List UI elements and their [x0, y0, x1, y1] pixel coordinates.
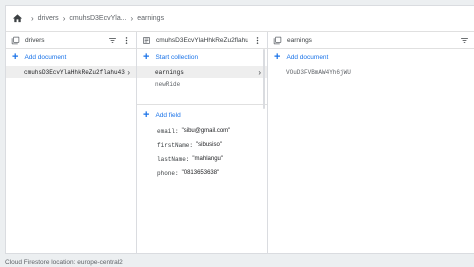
subcollection-name: earnings: [155, 68, 184, 76]
filter-icon[interactable]: [459, 35, 469, 45]
breadcrumb-item-drivers[interactable]: drivers: [38, 15, 59, 22]
chevron-right-icon: ›: [130, 14, 134, 23]
panel-header: earnings: [268, 32, 474, 49]
document-id: VOuD3FVBmAW4Yh6jWU: [286, 68, 351, 76]
plus-icon: +: [143, 109, 150, 121]
subcollection-name: newRide: [155, 80, 181, 88]
add-document-button[interactable]: + Add document: [6, 49, 136, 66]
plus-icon: +: [12, 51, 19, 63]
document-panel: cmuhsD3EcvYlaHhkReZu2flahu43 + Start col…: [137, 32, 268, 253]
field-value: "sibusiso": [196, 142, 222, 148]
field-row[interactable]: phone: "0813653638": [137, 166, 267, 180]
scrollbar[interactable]: [263, 49, 265, 109]
panels: drivers + Add document cmuhsD3EcvYlaHhkR…: [6, 32, 474, 253]
plus-icon: +: [274, 51, 281, 63]
breadcrumb-item-earnings[interactable]: earnings: [137, 15, 164, 22]
plus-icon: +: [143, 51, 150, 63]
field-row[interactable]: email: "sibu@gmail.com": [137, 124, 267, 138]
firestore-location-text: Cloud Firestore location: europe-central…: [5, 259, 123, 266]
subcollection-row[interactable]: newRide: [137, 78, 267, 90]
start-collection-label: Start collection: [155, 54, 199, 61]
collection-icon: [11, 36, 20, 45]
field-key: phone:: [157, 169, 179, 177]
filter-icon[interactable]: [107, 35, 117, 45]
home-icon[interactable]: [11, 13, 23, 25]
field-key: lastName:: [157, 155, 190, 163]
field-value: "mahlangu": [192, 156, 224, 162]
breadcrumb: › drivers › cmuhsD3EcvYla... › earnings: [6, 6, 474, 32]
collection-panel-earnings: earnings + Add document VOuD3FVBmAW4Yh6j…: [268, 32, 474, 253]
chevron-right-icon: ›: [31, 14, 34, 23]
chevron-right-icon: ›: [258, 67, 261, 77]
field-row[interactable]: firstName: "sibusiso": [137, 138, 267, 152]
field-key: firstName:: [157, 141, 194, 149]
chevron-right-icon: ›: [127, 67, 130, 77]
panel-title: earnings: [287, 36, 312, 44]
firestore-data-viewer: › drivers › cmuhsD3EcvYla... › earnings …: [5, 5, 474, 254]
more-vert-icon[interactable]: [252, 35, 262, 45]
collection-panel-drivers: drivers + Add document cmuhsD3EcvYlaHhkR…: [6, 32, 137, 253]
field-key: email:: [157, 127, 179, 135]
panel-header: cmuhsD3EcvYlaHhkReZu2flahu43: [137, 32, 267, 49]
add-document-label: Add document: [286, 54, 329, 61]
add-field-button[interactable]: + Add field: [137, 107, 267, 124]
document-row[interactable]: cmuhsD3EcvYlaHhkReZu2flahu43 ›: [6, 66, 136, 78]
chevron-right-icon: ›: [62, 14, 66, 23]
panel-title: cmuhsD3EcvYlaHhkReZu2flahu43: [156, 36, 248, 44]
document-id: cmuhsD3EcvYlaHhkReZu2flahu43: [24, 68, 125, 76]
field-value: "0813653638": [181, 170, 220, 176]
panel-header: drivers: [6, 32, 136, 49]
divider: [137, 104, 267, 105]
field-value: "sibu@gmail.com": [181, 128, 231, 134]
collection-icon: [273, 36, 282, 45]
subcollection-row[interactable]: earnings ›: [137, 66, 267, 78]
start-collection-button[interactable]: + Start collection: [137, 49, 267, 66]
add-document-label: Add document: [24, 54, 67, 61]
add-field-label: Add field: [155, 112, 181, 119]
document-icon: [142, 36, 151, 45]
breadcrumb-item-document[interactable]: cmuhsD3EcvYla...: [69, 15, 126, 22]
add-document-button[interactable]: + Add document: [268, 49, 474, 66]
panel-title: drivers: [25, 36, 45, 44]
more-vert-icon[interactable]: [121, 35, 131, 45]
document-row[interactable]: VOuD3FVBmAW4Yh6jWU: [268, 66, 474, 78]
field-row[interactable]: lastName: "mahlangu": [137, 152, 267, 166]
